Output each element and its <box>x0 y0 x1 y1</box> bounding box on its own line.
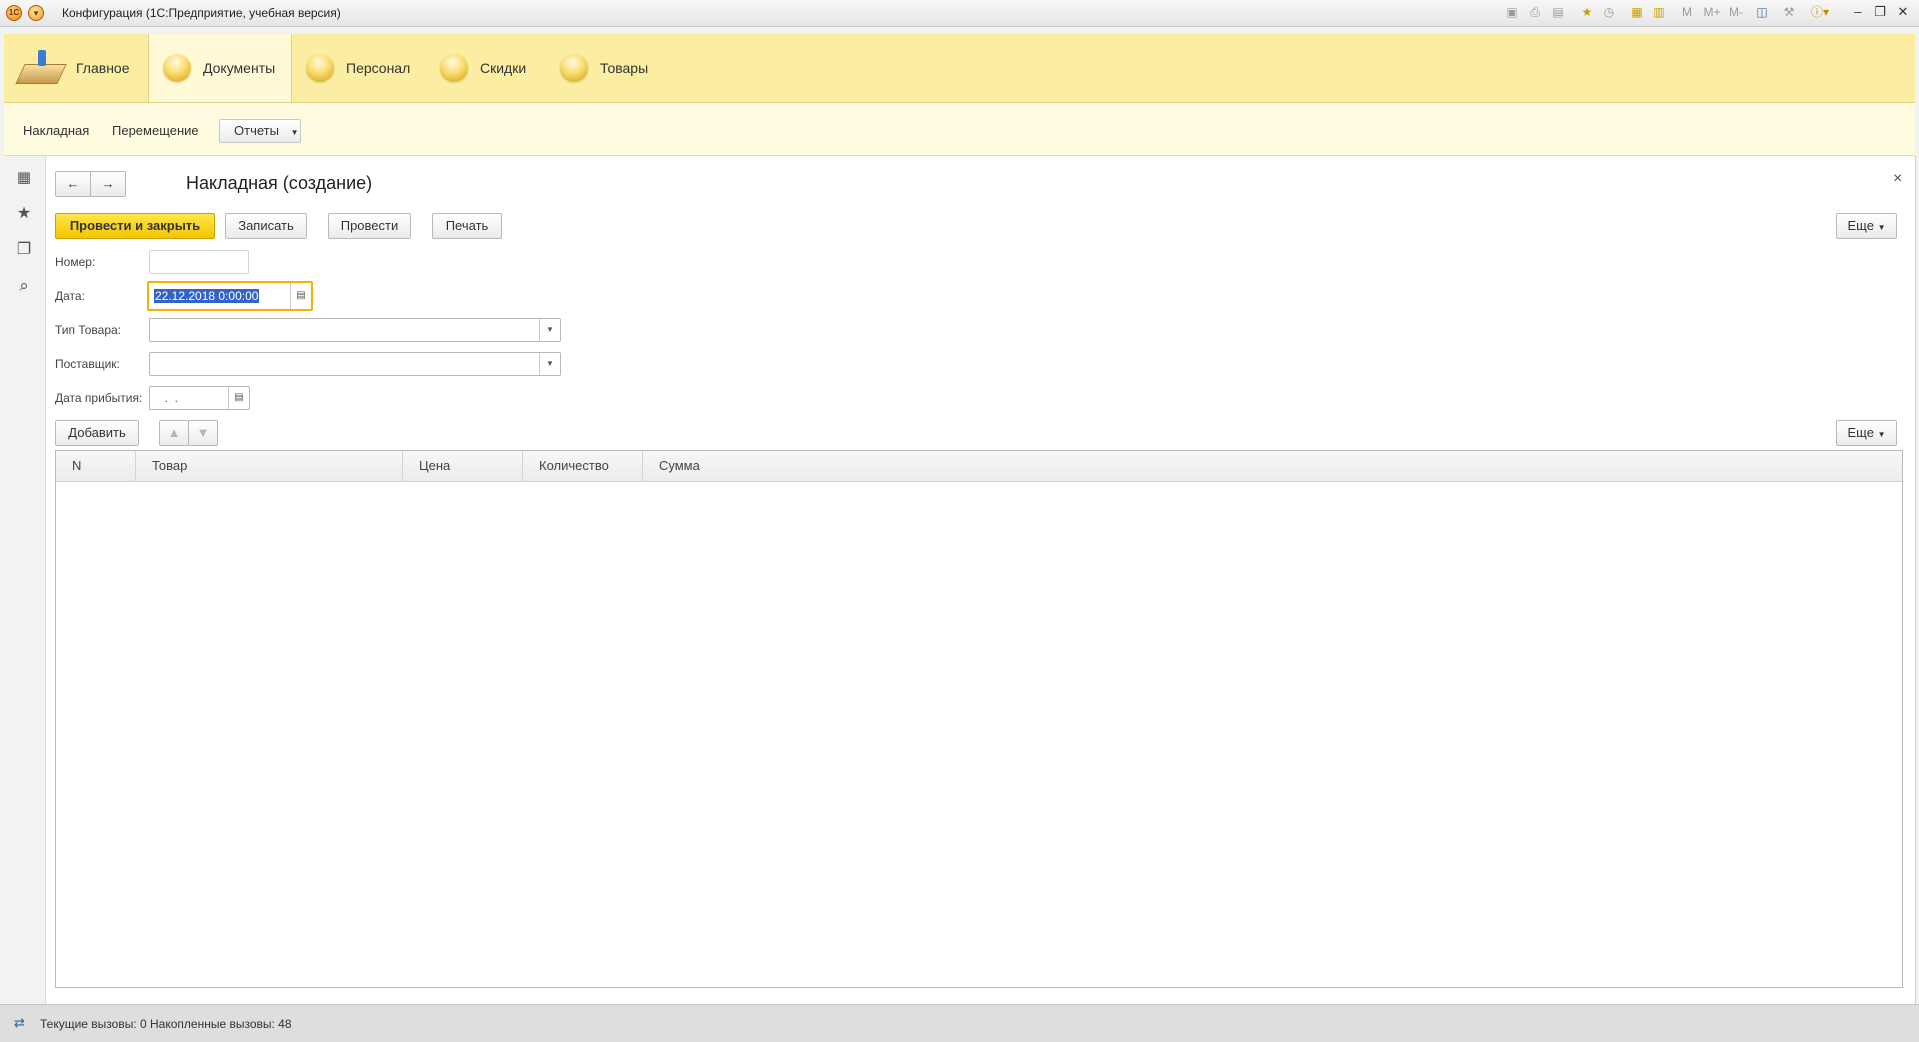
arrow-right-icon: → <box>101 176 115 191</box>
apps-grid-icon[interactable]: ▦ <box>14 168 34 188</box>
chevron-down-icon: ▼ <box>1877 223 1886 232</box>
search-icon[interactable]: ⌕ <box>14 276 34 296</box>
save-icon[interactable]: ▣ <box>1505 5 1519 19</box>
calculator-icon[interactable]: ▦ <box>1630 5 1644 19</box>
column-header-quantity[interactable]: Количество <box>523 451 643 481</box>
status-text: Текущие вызовы: 0 Накопленные вызовы: 48 <box>40 1017 292 1031</box>
history-icon[interactable]: ◷ <box>1602 5 1616 19</box>
side-panel: ▦ ★ ❐ ⌕ <box>4 156 46 1004</box>
section-label: Документы <box>203 60 276 76</box>
status-bar: ⇄ Текущие вызовы: 0 Накопленные вызовы: … <box>0 1004 1919 1042</box>
close-form-icon[interactable]: × <box>1893 170 1902 188</box>
tools-icon[interactable]: ⚒ <box>1782 5 1796 19</box>
window-title-bar: 1С ▾ Конфигурация (1С:Предприятие, учебн… <box>0 0 1919 27</box>
section-goods[interactable]: Товары <box>546 34 666 102</box>
forward-button[interactable]: → <box>90 171 126 197</box>
reports-label: Отчеты <box>234 123 279 138</box>
server-calls-icon[interactable]: ⇄ <box>14 1015 32 1031</box>
app-logo-icon[interactable]: 1С <box>6 5 22 21</box>
restore-icon[interactable]: ❐ <box>1870 3 1890 21</box>
column-header-sum[interactable]: Сумма <box>643 451 763 481</box>
section-ball-icon <box>440 54 468 82</box>
more-label: Еще <box>1847 218 1874 233</box>
product-type-field[interactable]: ▼ <box>149 318 561 342</box>
calendar-icon[interactable]: ▤ <box>228 387 249 409</box>
preview-icon[interactable]: ▤ <box>1551 5 1565 19</box>
number-label: Номер: <box>55 255 96 269</box>
layout-icon[interactable]: ◫ <box>1755 5 1769 19</box>
close-window-icon[interactable]: ✕ <box>1893 3 1913 21</box>
memory-minus-icon[interactable]: M- <box>1726 5 1746 19</box>
arrow-down-icon: ▼ <box>196 425 210 440</box>
post-and-close-button[interactable]: Провести и закрыть <box>55 213 215 239</box>
section-label: Скидки <box>480 60 527 76</box>
date-value: 22.12.2018 0:00:00 <box>154 289 260 303</box>
section-discounts[interactable]: Скидки <box>426 34 546 102</box>
info-icon[interactable]: ⓘ▾ <box>1808 5 1832 19</box>
more-button[interactable]: Еще ▼ <box>1836 213 1897 239</box>
history-icon[interactable]: ❐ <box>14 240 34 260</box>
section-label: Товары <box>600 60 649 76</box>
arrival-date-value: . . <box>158 391 179 405</box>
move-up-button[interactable]: ▲ <box>159 420 189 446</box>
back-button[interactable]: ← <box>55 171 91 197</box>
section-ball-icon <box>306 54 334 82</box>
save-button[interactable]: Записать <box>225 213 307 239</box>
date-label: Дата: <box>55 289 85 303</box>
calendar-icon[interactable]: ▥ <box>1652 5 1666 19</box>
section-documents[interactable]: Документы <box>148 34 292 102</box>
post-button[interactable]: Провести <box>328 213 411 239</box>
document-form: ← → Накладная (создание) × Провести и за… <box>46 156 1916 1004</box>
section-main[interactable]: Главное <box>4 34 148 102</box>
main-menu-icon[interactable]: ▾ <box>28 5 44 21</box>
submenu-item-transfer[interactable]: Перемещение <box>112 123 199 138</box>
column-header-price[interactable]: Цена <box>403 451 523 481</box>
print-icon[interactable]: ⎙ <box>1528 5 1542 19</box>
supplier-label: Поставщик: <box>55 357 120 371</box>
chevron-down-icon[interactable]: ▼ <box>539 319 560 341</box>
chevron-down-icon[interactable]: ▼ <box>539 353 560 375</box>
calendar-icon[interactable]: ▤ <box>290 283 311 309</box>
reports-button[interactable]: Отчеты ▼ <box>219 119 301 143</box>
more-label: Еще <box>1847 425 1874 440</box>
table-header: N Товар Цена Количество Сумма <box>56 451 1902 482</box>
column-header-n[interactable]: N <box>56 451 136 481</box>
product-type-label: Тип Товара: <box>55 323 121 337</box>
print-button[interactable]: Печать <box>432 213 502 239</box>
memory-m-icon[interactable]: M <box>1680 5 1694 19</box>
date-field[interactable]: 22.12.2018 0:00:00 ▤ <box>147 281 313 311</box>
section-commands-panel: Накладная Перемещение Отчеты ▼ <box>4 103 1915 156</box>
section-label: Персонал <box>346 60 411 76</box>
chevron-down-icon: ▼ <box>290 128 299 137</box>
section-label: Главное <box>76 60 130 76</box>
section-personnel[interactable]: Персонал <box>292 34 426 102</box>
arrival-date-label: Дата прибытия: <box>55 391 143 405</box>
minimize-icon[interactable]: – <box>1848 3 1868 21</box>
move-down-button[interactable]: ▼ <box>188 420 218 446</box>
favorites-icon[interactable]: ★ <box>1580 5 1594 19</box>
arrival-date-field[interactable]: . . ▤ <box>149 386 250 410</box>
supplier-field[interactable]: ▼ <box>149 352 561 376</box>
submenu-item-invoice[interactable]: Накладная <box>23 123 89 138</box>
add-row-button[interactable]: Добавить <box>55 420 139 446</box>
home-icon <box>15 48 67 88</box>
sections-panel: Главное Документы Персонал Скидки Товары <box>4 34 1915 103</box>
section-ball-icon <box>560 54 588 82</box>
chevron-down-icon: ▼ <box>1877 430 1886 439</box>
form-title: Накладная (создание) <box>186 173 373 193</box>
window-title: Конфигурация (1С:Предприятие, учебная ве… <box>62 6 341 20</box>
column-header-product[interactable]: Товар <box>136 451 403 481</box>
number-field[interactable] <box>149 250 249 274</box>
memory-plus-icon[interactable]: M+ <box>1702 5 1722 19</box>
section-ball-icon <box>163 54 191 82</box>
arrow-left-icon: ← <box>66 176 80 191</box>
favorites-star-icon[interactable]: ★ <box>14 204 34 224</box>
table-more-button[interactable]: Еще ▼ <box>1836 420 1897 446</box>
arrow-up-icon: ▲ <box>167 425 181 440</box>
items-table[interactable]: N Товар Цена Количество Сумма <box>55 450 1903 988</box>
